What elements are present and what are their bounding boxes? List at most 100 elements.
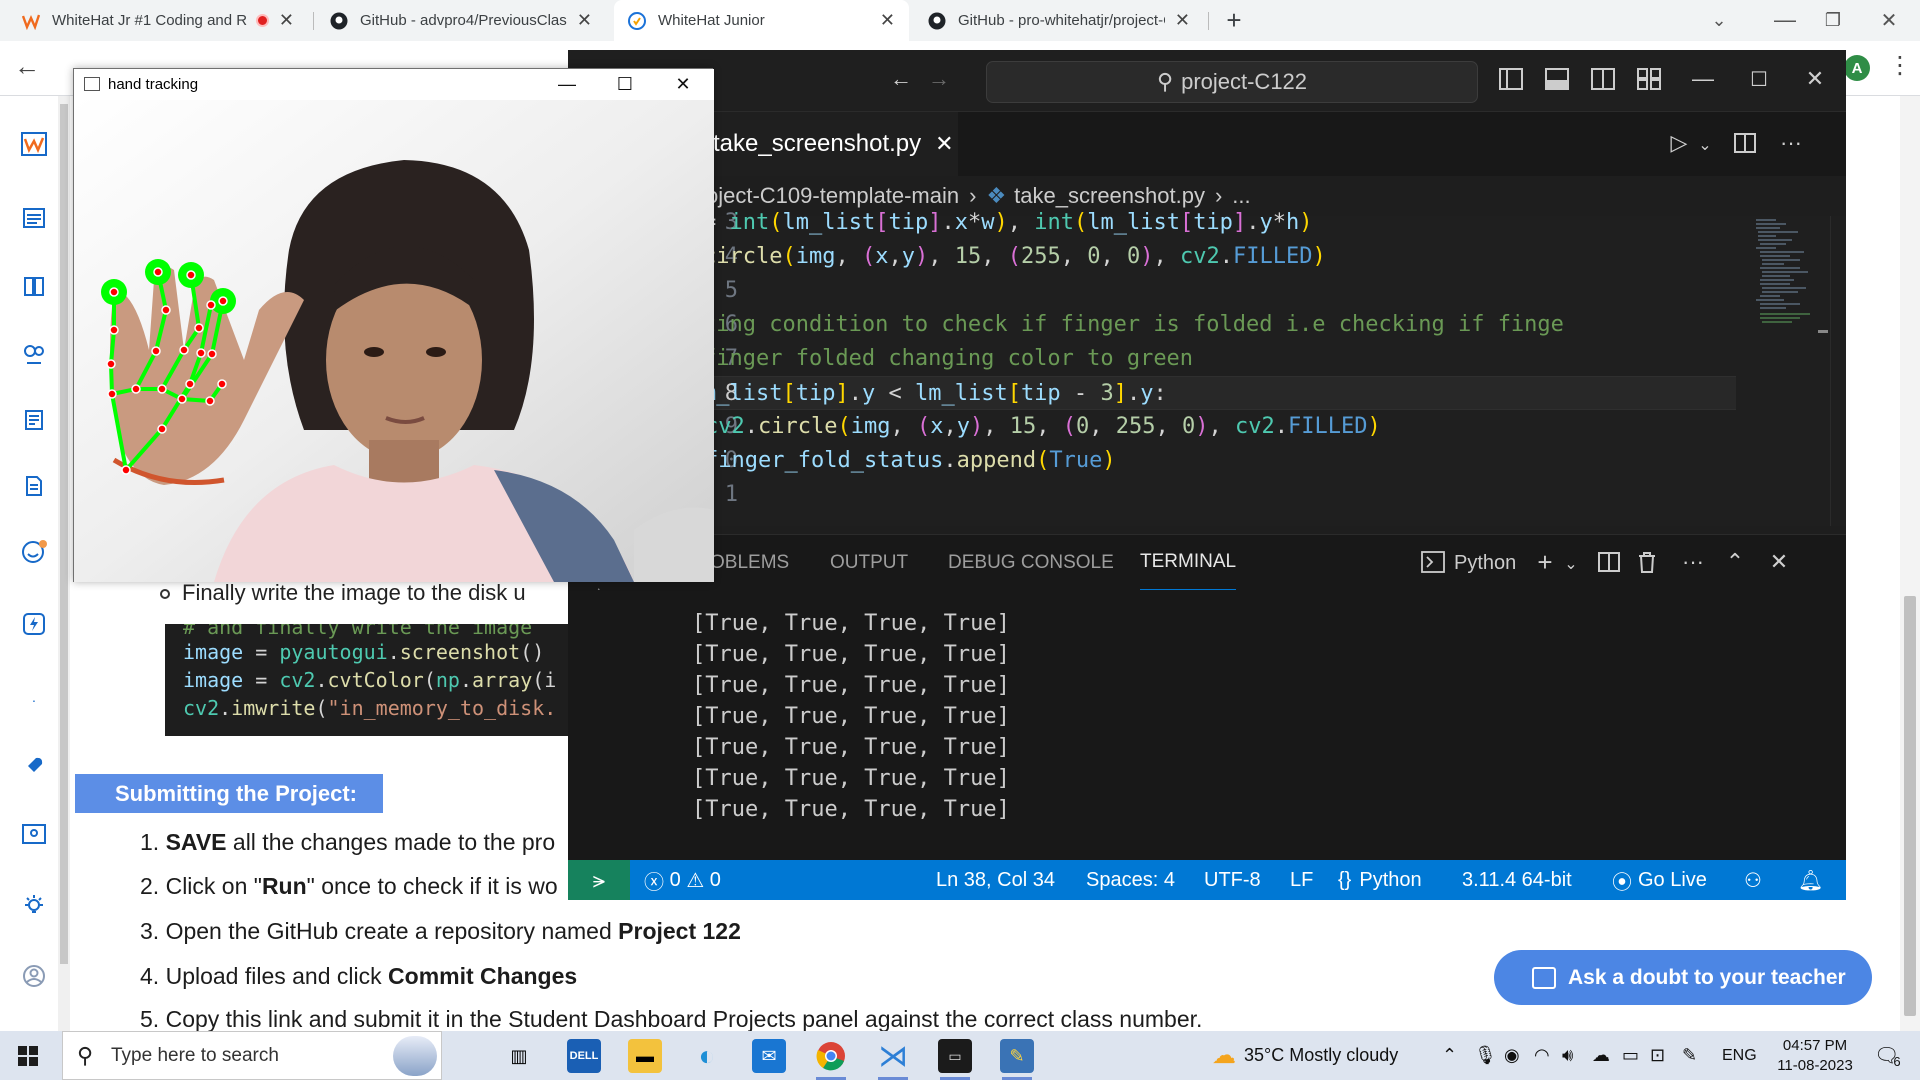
tab-search-icon[interactable]: ⌄ <box>1694 0 1744 40</box>
projects-icon[interactable] <box>20 340 48 368</box>
maximize-panel-icon[interactable]: ⌃ <box>1722 549 1748 575</box>
close-button[interactable]: ✕ <box>654 69 712 100</box>
page-left-scrollbar[interactable] <box>58 96 70 1031</box>
lightning-icon[interactable] <box>20 610 48 638</box>
edge-browser-icon[interactable]: ◐ <box>690 1039 724 1073</box>
page-scrollbar[interactable] <box>1900 96 1920 1031</box>
map-icon[interactable] <box>20 820 48 848</box>
maximize-button[interactable]: ☐ <box>596 69 654 100</box>
terminal-taskbar-icon[interactable]: ▭ <box>938 1039 972 1080</box>
mail-icon[interactable]: ✉ <box>752 1039 786 1073</box>
onedrive-icon[interactable]: ☁ <box>1592 1031 1610 1080</box>
microphone-icon[interactable]: 🎙︎ <box>1474 1031 1497 1080</box>
browser-close-button[interactable]: ✕ <box>1864 0 1914 40</box>
more-actions-icon[interactable]: ··· <box>1680 549 1706 575</box>
rocket-icon[interactable] <box>20 752 48 780</box>
browser-tab-whitehat-junior[interactable]: WhiteHat Junior ✕ <box>614 0 909 41</box>
vscode-close-button[interactable]: ✕ <box>1802 66 1828 92</box>
toggle-panel-icon[interactable] <box>1544 66 1570 92</box>
ask-doubt-button[interactable]: Ask a doubt to your teacher <box>1494 950 1872 1005</box>
minimap[interactable] <box>1748 216 1828 526</box>
notes-icon[interactable] <box>20 406 48 434</box>
encoding-status[interactable]: UTF-8 <box>1204 860 1261 900</box>
tab-debug-console[interactable]: DEBUG CONSOLE <box>948 535 1114 591</box>
webcam-icon[interactable]: ◉ <box>1504 1031 1520 1080</box>
problems-status[interactable]: ⓧ 0 ⚠ 0 <box>644 860 721 900</box>
notification-center[interactable]: 🗨︎ 6 <box>1874 1031 1901 1080</box>
close-tab-icon[interactable]: ✕ <box>880 10 895 31</box>
toggle-secondary-sidebar-icon[interactable] <box>1590 66 1616 92</box>
clock[interactable]: 04:57 PM 11-08-2023 <box>1770 1031 1860 1080</box>
python-taskbar-icon[interactable]: ✎ <box>1000 1039 1034 1080</box>
bulb-icon[interactable] <box>20 892 48 920</box>
browser-restore-button[interactable]: ❐ <box>1808 0 1858 40</box>
cursor-position[interactable]: Ln 38, Col 34 <box>936 860 1055 900</box>
weather-widget[interactable]: ☁ 35°C Mostly cloudy <box>1212 1031 1398 1080</box>
wifi-icon[interactable]: ◠ <box>1534 1031 1550 1080</box>
feedback-icon[interactable]: ⚇ <box>1744 860 1762 900</box>
taskbar-search-box[interactable]: ⚲ Type here to search <box>62 1031 442 1080</box>
dashboard-icon[interactable] <box>20 204 48 232</box>
terminal-dropdown-icon[interactable]: ⌄ <box>1558 551 1584 577</box>
close-tab-icon[interactable]: ✕ <box>577 10 592 31</box>
interpreter-version[interactable]: 3.11.4 64-bit <box>1462 860 1572 900</box>
close-tab-icon[interactable]: ✕ <box>935 131 953 157</box>
menu-dots-icon[interactable]: ⋮ <box>1888 51 1912 80</box>
document-icon[interactable] <box>20 472 48 500</box>
new-tab-button[interactable]: + <box>1214 0 1254 41</box>
dell-app-icon[interactable]: DELL <box>567 1039 601 1073</box>
tab-terminal[interactable]: TERMINAL <box>1140 535 1237 591</box>
command-center-search[interactable]: ⚲ project-C122 <box>986 61 1478 103</box>
tab-output[interactable]: OUTPUT <box>830 535 908 591</box>
terminal-profile-label[interactable]: Python <box>1454 535 1516 591</box>
close-panel-icon[interactable]: ✕ <box>1766 549 1792 575</box>
run-python-icon[interactable]: ▷ <box>1666 130 1692 156</box>
browser-tab-github-project[interactable]: GitHub - pro-whitehatjr/project-C ✕ <box>914 0 1204 41</box>
new-terminal-icon[interactable]: + <box>1532 547 1558 577</box>
toggle-primary-sidebar-icon[interactable] <box>1498 66 1524 92</box>
book-icon[interactable] <box>20 272 48 300</box>
browser-tab-whitehat-coding[interactable]: WhiteHat Jr #1 Coding and R ✕ <box>8 0 308 41</box>
file-explorer-icon[interactable]: ▬ <box>628 1039 662 1073</box>
battery-icon[interactable]: ▭ <box>1622 1031 1639 1080</box>
volume-icon[interactable]: 🔊︎ <box>1562 1031 1573 1080</box>
language-indicator[interactable]: ENG <box>1722 1031 1757 1080</box>
editor-scrollbar[interactable] <box>1830 216 1846 526</box>
browser-minimize-button[interactable]: — <box>1760 0 1810 40</box>
more-actions-icon[interactable]: ··· <box>1778 130 1804 156</box>
code-editor[interactable]: 3x,y = int(lm_list[tip].x*w), int(lm_lis… <box>568 210 1846 526</box>
face-icon[interactable] <box>20 538 48 566</box>
back-arrow-icon[interactable]: ← <box>888 66 914 92</box>
trash-icon[interactable] <box>1634 549 1660 575</box>
chrome-icon[interactable] <box>814 1039 848 1080</box>
vscode-maximize-button[interactable]: ☐ <box>1746 66 1772 92</box>
split-editor-icon[interactable] <box>1732 130 1758 156</box>
vscode-taskbar-icon[interactable]: ⋊ <box>876 1039 910 1080</box>
close-tab-icon[interactable]: ✕ <box>279 10 294 31</box>
profile-icon[interactable] <box>20 962 48 990</box>
split-terminal-icon[interactable] <box>1596 549 1622 575</box>
run-dropdown-icon[interactable]: ⌄ <box>1692 132 1718 158</box>
task-view-icon[interactable]: ▥ <box>502 1039 536 1073</box>
show-hidden-icons[interactable]: ⌃ <box>1442 1031 1457 1080</box>
pen-icon[interactable]: ✎ <box>1682 1031 1697 1080</box>
whitehat-logo-icon[interactable] <box>20 130 48 158</box>
minimize-button[interactable]: — <box>538 69 596 100</box>
customize-layout-icon[interactable] <box>1636 66 1662 92</box>
back-arrow-icon[interactable]: ← <box>14 51 40 82</box>
remote-indicator-icon[interactable]: ⪫ <box>568 860 630 900</box>
tab-problems[interactable]: OBLEMS <box>710 535 789 591</box>
vscode-minimize-button[interactable]: — <box>1690 66 1716 92</box>
indentation-status[interactable]: Spaces: 4 <box>1086 860 1175 900</box>
display-icon[interactable]: ⊡ <box>1650 1031 1665 1080</box>
terminal-output[interactable]: [True, True, True, True] [True, True, Tr… <box>568 590 1846 860</box>
forward-arrow-icon[interactable]: → <box>926 66 952 92</box>
browser-tab-github-previous[interactable]: GitHub - advpro4/PreviousClassC ✕ <box>316 0 606 41</box>
profile-avatar[interactable]: A <box>1844 55 1870 81</box>
windows-start-icon[interactable] <box>18 1046 38 1071</box>
close-tab-icon[interactable]: ✕ <box>1175 10 1190 31</box>
go-live-button[interactable]: ⦿ Go Live <box>1612 860 1707 900</box>
eol-status[interactable]: LF <box>1290 860 1313 900</box>
language-mode[interactable]: {} Python <box>1338 860 1422 900</box>
hand-window-titlebar[interactable]: hand tracking — ☐ ✕ <box>74 69 714 100</box>
